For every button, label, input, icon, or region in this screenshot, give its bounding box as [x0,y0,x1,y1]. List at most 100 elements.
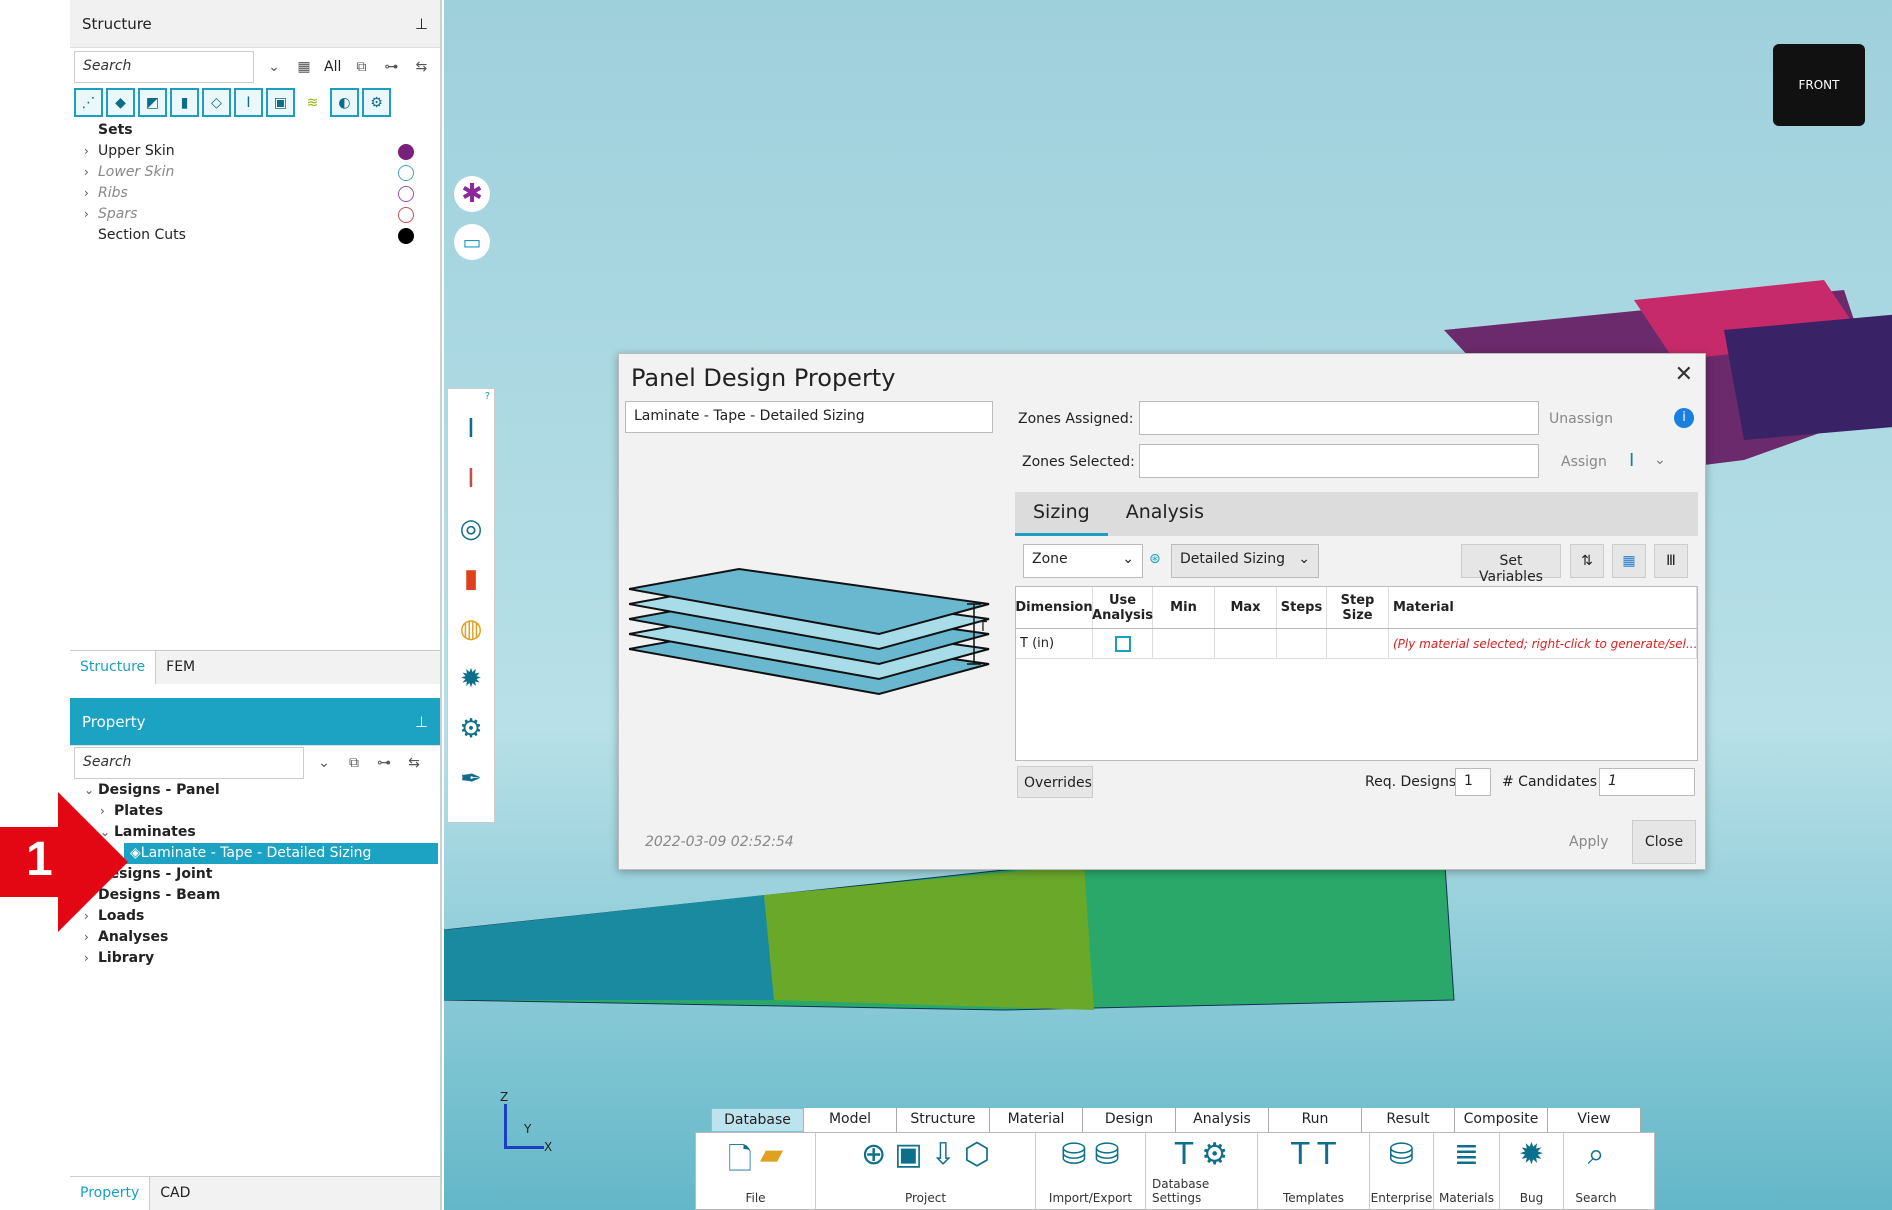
layers-icon[interactable]: ≋ [298,88,327,117]
material-cell[interactable]: (Ply material selected; right-click to g… [1389,629,1697,658]
panel-icon[interactable]: ◇ [202,88,231,117]
materials-icon[interactable]: ≣ [1454,1137,1479,1172]
zone-select[interactable]: Zone ⌄ [1023,544,1143,578]
settings-icon[interactable]: ⚙ [362,88,391,117]
joint-icon[interactable]: ◐ [330,88,359,117]
color-swatch[interactable] [398,228,414,244]
zones-assigned-field[interactable] [1139,401,1539,435]
node-icon[interactable]: ⋰ [74,88,103,117]
all-filter-button[interactable]: All [324,59,341,75]
ibeam-icon[interactable]: I [234,88,263,117]
overrides-button[interactable]: Overrides [1017,766,1093,798]
set-variables-button[interactable]: Set Variables [1461,544,1561,585]
ribbon-tab[interactable]: Result [1362,1108,1455,1132]
view-cube[interactable]: FRONT [1773,44,1865,126]
glasses-icon[interactable]: ◎ [448,504,494,554]
req-designs-input[interactable]: 1 [1455,768,1491,796]
pin-icon[interactable]: ⊥ [415,15,428,33]
candidates-input[interactable]: 1 [1599,768,1695,796]
column-header[interactable]: Step Size [1327,587,1389,628]
ribbon-tab[interactable]: Design [1083,1108,1176,1132]
ribbon-tab[interactable]: Model [804,1108,897,1132]
tab-fem[interactable]: FEM [155,651,440,684]
swap-icon[interactable]: ⇆ [411,59,431,75]
chevron-down-icon[interactable]: ⌄ [314,755,334,771]
column-header[interactable]: Max [1215,587,1277,628]
close-icon[interactable]: ✕ [1675,362,1693,387]
package-icon[interactable]: ⬡ [964,1137,990,1172]
db-export-icon[interactable]: ⛁ [1095,1137,1120,1172]
solid-icon[interactable]: ◆ [106,88,135,117]
project-window-icon[interactable]: ▣ [894,1137,922,1172]
color-swatch[interactable] [398,207,414,223]
use-analysis-checkbox[interactable] [1093,629,1153,658]
help-icon[interactable]: ? [448,389,494,404]
assign-button[interactable]: Assign [1561,454,1607,470]
gear-eye-icon[interactable]: ⚙ [448,704,494,754]
max-cell[interactable] [1215,629,1277,658]
tab-structure[interactable]: Structure [70,651,156,684]
tab-cad[interactable]: CAD [149,1177,440,1210]
color-swatch[interactable] [398,165,414,181]
box-icon[interactable]: ▣ [266,88,295,117]
tab-sizing[interactable]: Sizing [1015,492,1108,536]
collapse-icon[interactable]: ⧉ [344,755,364,771]
chevron-right-icon[interactable]: › [84,948,98,969]
pin-icon[interactable]: ⊥ [415,713,428,731]
apply-button[interactable]: Apply [1569,834,1609,850]
rectangle-tool-icon[interactable]: ▭ [454,224,490,260]
tree-item[interactable]: ⌄ Designs - Panel [76,780,438,801]
info-icon[interactable]: i [1674,408,1694,428]
color-swatch[interactable] [398,144,414,160]
ring-chart-icon[interactable]: ◍ [448,604,494,654]
chevron-down-icon[interactable]: ⌄ [264,59,284,75]
filter-icon[interactable]: ⊛ [1149,551,1161,567]
tree-item[interactable]: ›◈ Laminate - Tape - Detailed Sizing [110,843,438,864]
tree-item[interactable]: › Upper Skin [76,141,436,162]
open-folder-icon[interactable]: ▰ [760,1137,783,1188]
design-name-field[interactable]: Laminate - Tape - Detailed Sizing [625,401,993,433]
cube-filter-icon[interactable]: ▦ [294,59,314,75]
tree-item[interactable]: › Ribs [76,183,436,204]
ibeam-check-icon[interactable]: I [448,454,494,504]
tree-item[interactable]: › Analyses [76,927,438,948]
tree-item[interactable]: Designs - Joint [76,864,438,885]
ribbon-tab[interactable]: Material [990,1108,1083,1132]
column-header[interactable]: Use Analysis [1092,587,1153,628]
step-size-cell[interactable] [1327,629,1389,658]
gear-icon[interactable]: ⚙ [1201,1137,1228,1172]
sizing-method-select[interactable]: Detailed Sizing ⌄ [1171,544,1319,578]
collapse-icon[interactable]: ⧉ [351,59,371,75]
column-header[interactable]: Steps [1277,587,1327,628]
ribbon-tab[interactable]: Composite [1455,1108,1548,1132]
plate-icon[interactable]: ◩ [138,88,167,117]
template-settings-icon[interactable]: T [1175,1137,1193,1172]
columns-icon[interactable]: Ⅲ [1654,544,1688,578]
zones-selected-field[interactable] [1139,444,1539,478]
project-import-icon[interactable]: ⇩ [931,1137,956,1172]
tab-property[interactable]: Property [70,1177,150,1210]
ribbon-tab[interactable]: Analysis [1176,1108,1269,1132]
tree-item[interactable]: › Plates [76,801,438,822]
hierarchy-icon[interactable]: ⊶ [381,59,401,75]
sort-icon[interactable]: ⇅ [1570,544,1604,578]
min-cell[interactable] [1153,629,1215,658]
chevron-right-icon[interactable]: › [84,162,98,183]
column-header[interactable]: Dimension [1015,587,1093,628]
new-project-icon[interactable]: ⊕ [861,1137,886,1172]
asterisk-tool-icon[interactable]: ✱ [454,176,490,212]
column-header[interactable]: Material [1389,587,1697,628]
chevron-right-icon[interactable]: › [84,183,98,204]
ribbon-tab[interactable]: Run [1269,1108,1362,1132]
column-header[interactable]: Min [1153,587,1215,628]
assign-beam-icon[interactable]: I [1629,450,1634,471]
db-import-icon[interactable]: ⛁ [1061,1137,1086,1172]
beam-icon[interactable]: ▮ [170,88,199,117]
ribbon-tab[interactable]: View [1548,1108,1641,1132]
tree-item[interactable]: › Lower Skin [76,162,436,183]
color-swatch[interactable] [398,186,414,202]
ibeam-run-icon[interactable]: I [448,404,494,454]
structure-search-input[interactable]: Search [74,51,254,83]
pen-icon[interactable]: ✒ [448,754,494,804]
tree-item[interactable]: Sets [76,120,436,141]
